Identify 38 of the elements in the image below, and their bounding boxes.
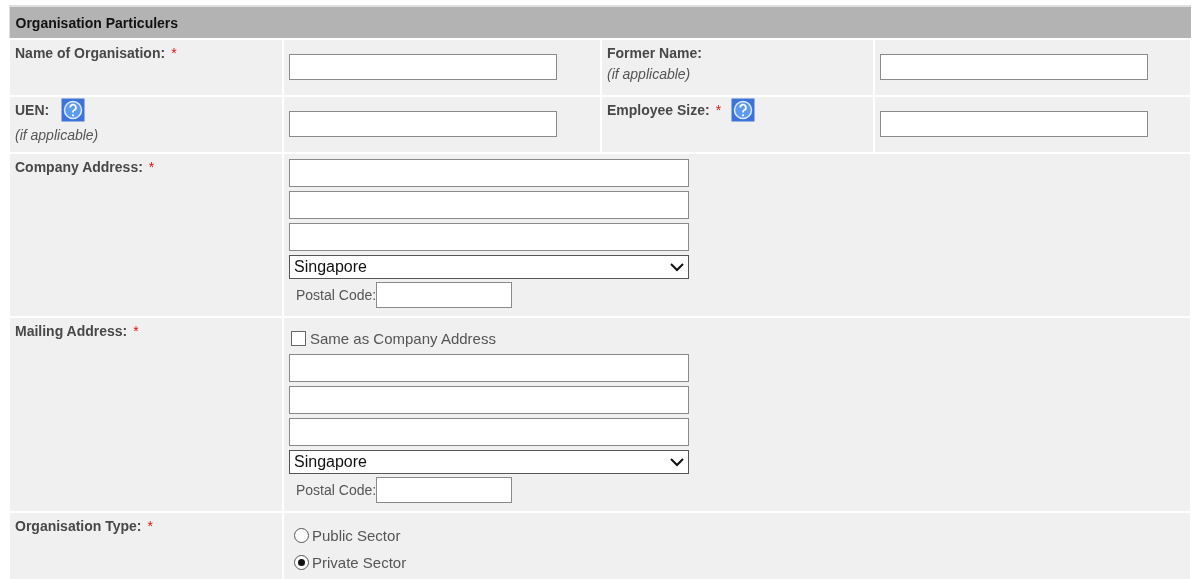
sector-radio[interactable]: Private Sector [294, 554, 407, 571]
required-mark: * [715, 102, 722, 118]
address-field[interactable] [289, 191, 689, 219]
field-label: Organisation Type: [15, 518, 142, 534]
required-mark: * [133, 323, 139, 339]
address-field[interactable] [289, 386, 689, 414]
field-label: Name of Organisation: [15, 45, 166, 61]
postal-code-field[interactable] [376, 282, 513, 308]
caret-icon [670, 262, 684, 272]
required-mark: * [171, 45, 177, 61]
caret-icon [670, 457, 684, 467]
postal-code-label: Postal Code: [296, 287, 377, 303]
postal-code-field[interactable] [376, 477, 513, 503]
field-label: UEN: [15, 102, 50, 118]
help-icon[interactable] [61, 98, 86, 122]
address-field[interactable] [289, 223, 689, 251]
input-field[interactable] [289, 54, 557, 80]
postal-code-label: Postal Code: [296, 482, 377, 498]
required-mark: * [147, 518, 153, 534]
sector-radio[interactable]: Public Sector [294, 527, 401, 544]
field-label: Company Address: [15, 159, 143, 175]
input-field[interactable] [880, 54, 1148, 80]
same-address-checkbox[interactable]: Same as Company Address [291, 330, 496, 347]
country-dropdown[interactable]: Singapore [289, 255, 689, 279]
address-field[interactable] [289, 418, 689, 446]
hint-text: (if applicable) [607, 66, 692, 82]
input-field[interactable] [289, 111, 557, 137]
field-label: Former Name: [607, 45, 702, 61]
country-dropdown[interactable]: Singapore [289, 450, 689, 474]
hint-text: (if applicable) [15, 127, 100, 143]
field-label: Employee Size: [607, 102, 710, 118]
input-field[interactable] [880, 111, 1148, 137]
help-icon[interactable] [731, 98, 756, 122]
required-mark: * [148, 159, 155, 175]
field-label: Mailing Address: [15, 323, 128, 339]
section-title: Organisation Particulers [9, 6, 1191, 39]
address-field[interactable] [289, 354, 689, 382]
address-field[interactable] [289, 159, 689, 187]
